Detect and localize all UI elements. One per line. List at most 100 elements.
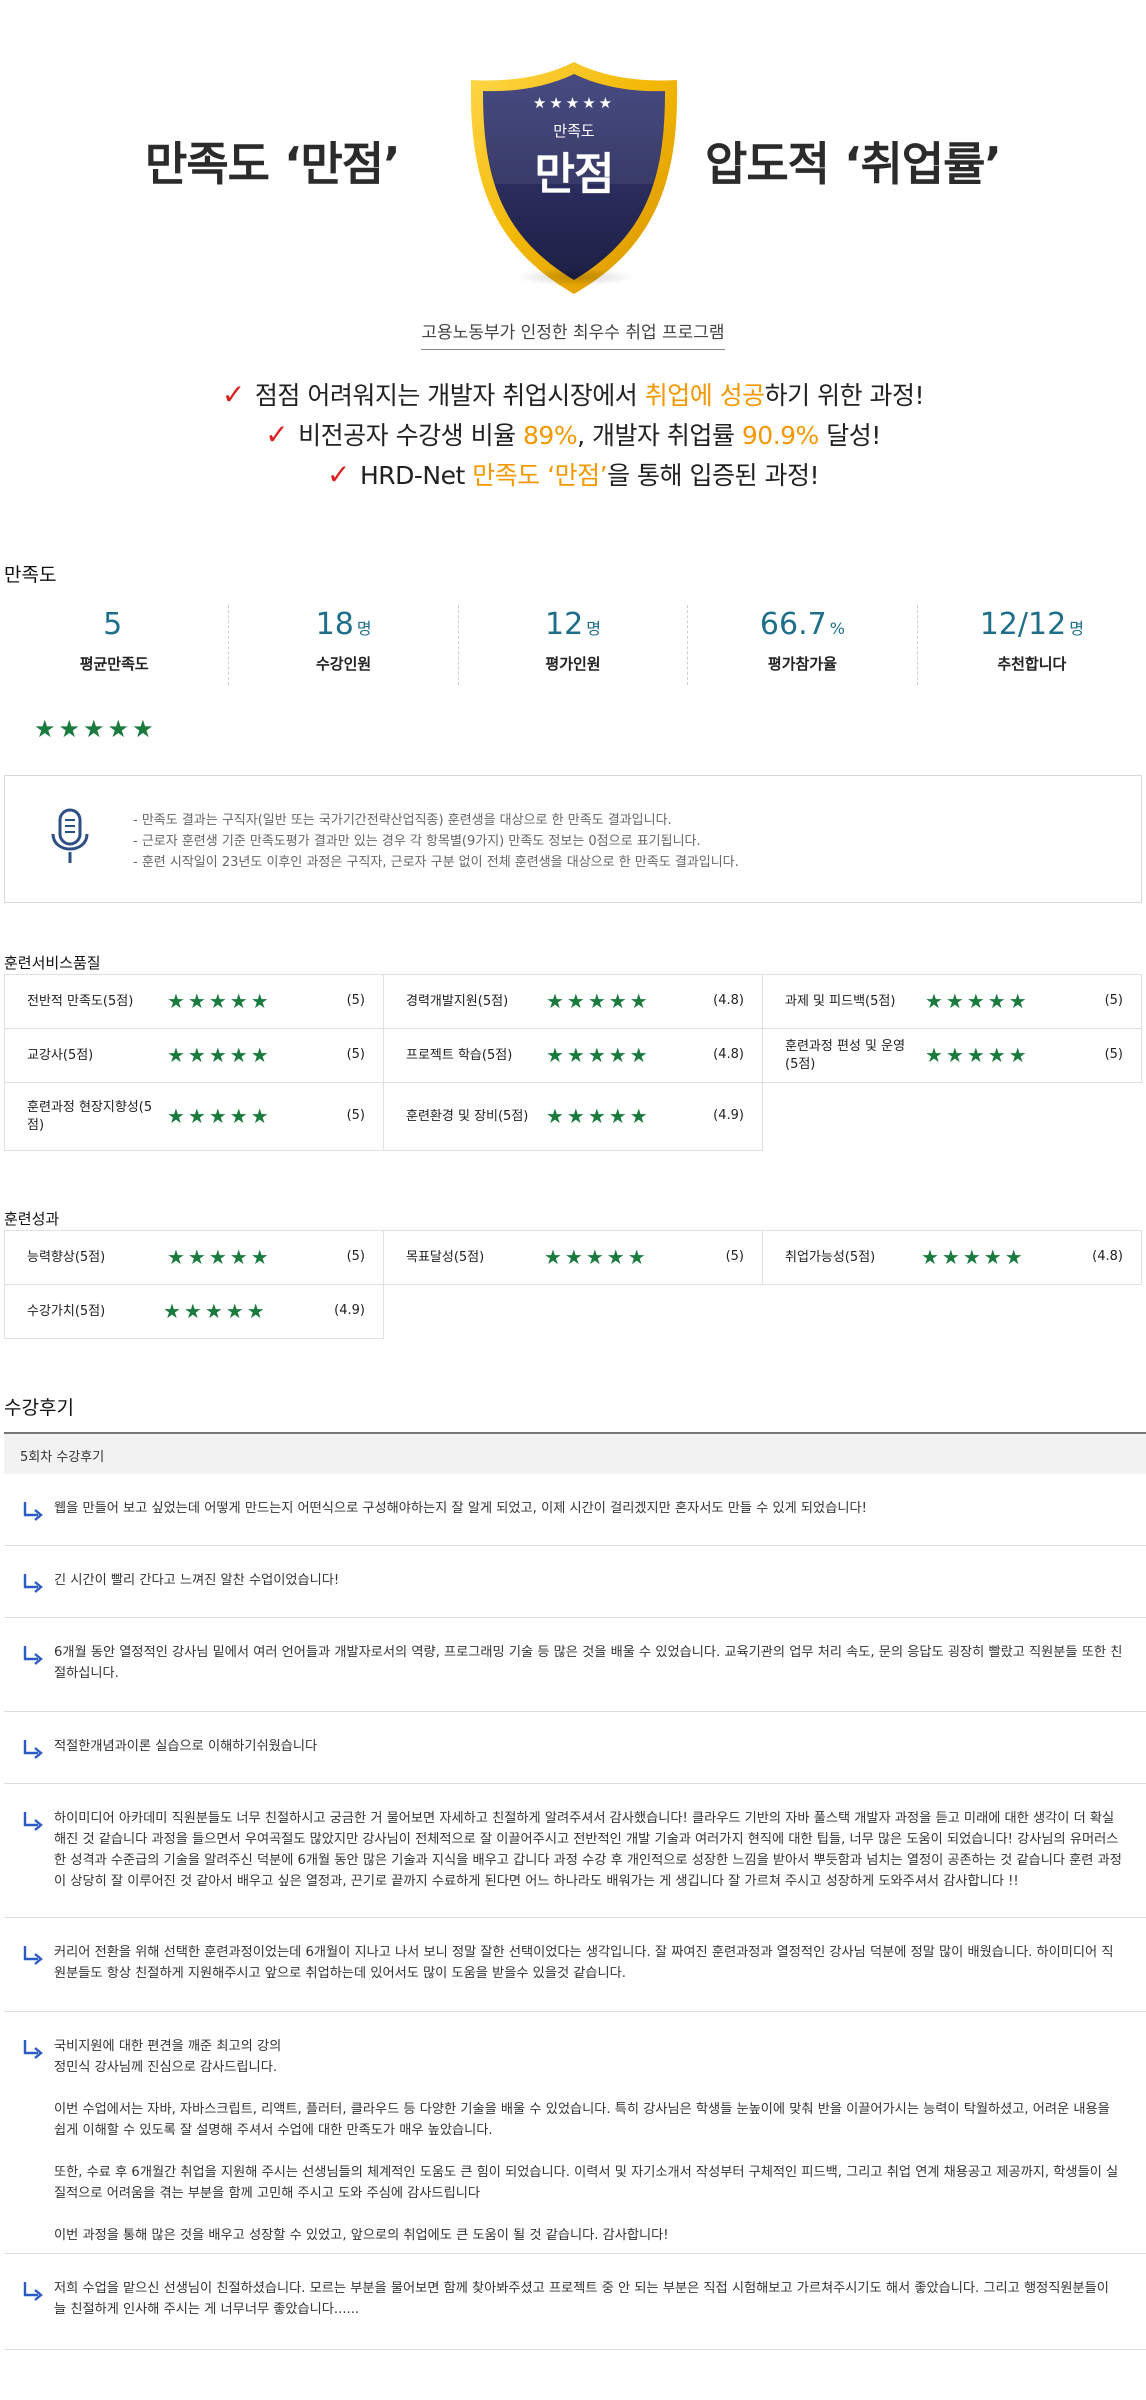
check-icon: ✓ — [265, 418, 289, 451]
satisfaction-notice-box: - 만족도 결과는 구직자(일반 또는 국가기간전략산업직종) 훈련생을 대상으… — [4, 775, 1142, 903]
rating-score: (4.8) — [713, 993, 744, 1008]
rating-label: 훈련환경 및 장비(5점) — [406, 1109, 529, 1124]
rating-score: (5) — [1104, 993, 1123, 1008]
highlight-2: ✓ 비전공자 수강생 비율 89%, 개발자 취업률 90.9% 달성! — [0, 415, 1146, 455]
stat-average: 5 평균만족도 — [0, 605, 230, 685]
rating-score: (4.8) — [1092, 1249, 1123, 1264]
review-paragraph: 또한, 수료 후 6개월간 취업을 지원해 주시는 선생님들의 체계적인 도움도… — [54, 2165, 1119, 2201]
highlight-text: , 개발자 취업률 — [577, 421, 742, 450]
review-round-label: 5회차 수강후기 — [20, 1450, 105, 1465]
rating-score: (5) — [346, 1047, 365, 1062]
review-paragraph: 커리어 전환을 위해 선택한 훈련과정이었는데 6개월이 지나고 나서 보니 정… — [54, 1945, 1114, 1981]
rating-label: 경력개발지원(5점) — [406, 994, 509, 1009]
stat-number: 12 — [545, 607, 584, 642]
review-paragraph: 하이미디어 아카데미 직원분들도 너무 친절하시고 궁금한 거 물어보면 자세하… — [54, 1811, 1122, 1889]
rating-label: 프로젝트 학습(5점) — [406, 1048, 513, 1063]
ministry-text: 고용노동부가 인정한 최우수 취업 프로그램 — [421, 318, 725, 350]
review-paragraph: 6개월 동안 열정적인 강사님 밑에서 여러 언어들과 개발자로서의 역량, 프… — [54, 1645, 1123, 1681]
stat-enrolled: 18 명 수강인원 — [229, 605, 459, 685]
rating-stars: ★★★★★ — [544, 1245, 649, 1269]
rating-label: 훈련과정 편성 및 운영(5점) — [785, 1039, 906, 1072]
rating-score: (5) — [346, 993, 365, 1008]
reviews-title: 수강후기 — [4, 1397, 74, 1419]
hero-right-title: 압도적 ‘취업률’ — [705, 137, 1002, 191]
review-item: 하이미디어 아카데미 직원분들도 너무 친절하시고 궁금한 거 물어보면 자세하… — [4, 1784, 1146, 1918]
review-text: 긴 시간이 빨리 간다고 느껴진 알찬 수업이었습니다! — [54, 1570, 1124, 1591]
rating-cell: 경력개발지원(5점) ★★★★★ (4.8) — [384, 975, 763, 1029]
rating-cell: 훈련과정 편성 및 운영(5점) ★★★★★ (5) — [763, 1029, 1142, 1083]
rating-cell: 취업가능성(5점) ★★★★★ (4.8) — [763, 1231, 1142, 1285]
reply-arrow-icon — [23, 1502, 43, 1521]
rating-label: 교강사(5점) — [27, 1048, 94, 1063]
rating-cell: 수강가치(5점) ★★★★★ (4.9) — [5, 1285, 384, 1339]
reply-arrow-icon — [23, 1574, 43, 1593]
stat-unit: 명 — [1069, 619, 1084, 638]
rating-label: 목표달성(5점) — [406, 1250, 485, 1265]
rating-stars: ★★★★★ — [167, 989, 272, 1013]
empty-cell — [763, 1285, 1142, 1339]
badge-main-text: 만점 — [534, 149, 615, 200]
highlight-1: ✓ 점점 어려워지는 개발자 취업시장에서 취업에 성공하기 위한 과정! — [0, 375, 1146, 415]
review-paragraph: 저희 수업을 맡으신 선생님이 친절하셨습니다. 모르는 부분을 물어보면 함께… — [54, 2281, 1109, 2317]
review-item: 국비지원에 대한 편견을 깨준 최고의 강의 정민식 강사님께 진심으로 감사드… — [4, 2012, 1146, 2254]
notice-line: - 근로자 훈련생 기준 만족도평가 결과만 있는 경우 각 항목별(9가지) … — [133, 834, 701, 849]
rating-score: (4.9) — [334, 1303, 365, 1318]
microphone-icon — [51, 808, 89, 863]
stat-number: 12/12 — [979, 607, 1067, 642]
stat-label: 평가인원 — [545, 655, 601, 673]
reply-arrow-icon — [23, 2282, 43, 2301]
review-paragraph: 웹을 만들어 보고 싶었는데 어떻게 만드는지 어떤식으로 구성해야하는지 잘 … — [54, 1501, 867, 1516]
rating-cell: 목표달성(5점) ★★★★★ (5) — [384, 1231, 763, 1285]
satisfaction-title: 만족도 — [4, 564, 57, 586]
stat-value: 12 명 — [459, 605, 687, 645]
stat-evaluators: 12 명 평가인원 — [459, 605, 689, 685]
stat-label: 추천합니다 — [997, 655, 1067, 673]
highlight-text: 하기 위한 과정! — [764, 381, 925, 410]
badge-stars: ★★★★★ — [532, 94, 616, 112]
highlight-accent: 90.9% — [741, 421, 819, 450]
highlight-text: 을 통해 입증된 과정! — [607, 461, 819, 490]
stat-label: 평균만족도 — [79, 655, 149, 673]
check-icon: ✓ — [327, 458, 350, 491]
reply-arrow-icon — [23, 1740, 43, 1759]
empty-cell — [763, 1083, 1142, 1137]
highlight-text: 비전공자 수강생 비율 — [298, 421, 524, 450]
review-paragraph: 이번 과정을 통해 많은 것을 배우고 성장할 수 있었고, 앞으로의 취업에도… — [54, 2228, 669, 2243]
rating-score: (4.8) — [713, 1047, 744, 1062]
review-paragraph: 국비지원에 대한 편견을 깨준 최고의 강의 — [54, 2039, 282, 2054]
rating-label: 능력향상(5점) — [27, 1250, 106, 1265]
rating-score: (5) — [346, 1249, 365, 1264]
review-item: 긴 시간이 빨리 간다고 느껴진 알찬 수업이었습니다! — [4, 1546, 1146, 1618]
highlight-accent: 취업에 성공 — [644, 381, 765, 410]
notice-line: - 훈련 시작일이 23년도 이후인 과정은 구직자, 근로자 구분 없이 전체… — [133, 855, 739, 870]
stat-label: 평가참가율 — [767, 655, 837, 673]
rating-label: 수강가치(5점) — [27, 1304, 106, 1319]
stat-number: 5 — [103, 607, 123, 642]
rating-score: (5) — [725, 1249, 744, 1264]
highlights-list: ✓ 점점 어려워지는 개발자 취업시장에서 취업에 성공하기 위한 과정! ✓ 비전… — [0, 375, 1146, 495]
rating-stars: ★★★★★ — [925, 989, 1030, 1013]
review-item: 웹을 만들어 보고 싶었는데 어떻게 만드는지 어떤식으로 구성해야하는지 잘 … — [4, 1474, 1146, 1546]
satisfaction-stats: 5 평균만족도 18 명 수강인원 12 명 평가인원 66.7% 평가참가율 12… — [0, 605, 1146, 685]
stat-value: 12/12 명 — [918, 605, 1146, 645]
rating-stars: ★★★★★ — [925, 1043, 1030, 1067]
review-paragraph: 적절한개념과이론 실습으로 이해하기쉬웠습니다 — [54, 1739, 318, 1754]
highlight-text: 점점 어려워지는 개발자 취업시장에서 — [254, 381, 645, 410]
review-paragraph: 정민식 강사님께 진심으로 감사드립니다. — [54, 2060, 278, 2075]
review-text: 6개월 동안 열정적인 강사님 밑에서 여러 언어들과 개발자로서의 역량, 프… — [54, 1642, 1124, 1684]
review-text: 웹을 만들어 보고 싶었는데 어떻게 만드는지 어떤식으로 구성해야하는지 잘 … — [54, 1498, 1124, 1519]
stat-unit: % — [829, 619, 845, 638]
rating-stars: ★★★★★ — [167, 1043, 272, 1067]
rating-score: (4.9) — [713, 1108, 744, 1123]
rating-stars: ★★★★★ — [167, 1245, 272, 1269]
rating-cell: 전반적 만족도(5점) ★★★★★ (5) — [5, 975, 384, 1029]
rating-stars: ★★★★★ — [546, 1104, 651, 1128]
rating-score: (5) — [1104, 1047, 1123, 1062]
review-item: 커리어 전환을 위해 선택한 훈련과정이었는데 6개월이 지나고 나서 보니 정… — [4, 1918, 1146, 2012]
ministry-caption: 고용노동부가 인정한 최우수 취업 프로그램 — [0, 318, 1146, 350]
rating-cell: 능력향상(5점) ★★★★★ (5) — [5, 1231, 384, 1285]
reply-arrow-icon — [23, 1812, 43, 1831]
review-text: 커리어 전환을 위해 선택한 훈련과정이었는데 6개월이 지나고 나서 보니 정… — [54, 1942, 1124, 1984]
stat-value: 66.7% — [688, 605, 916, 645]
stat-value: 5 — [0, 605, 228, 645]
